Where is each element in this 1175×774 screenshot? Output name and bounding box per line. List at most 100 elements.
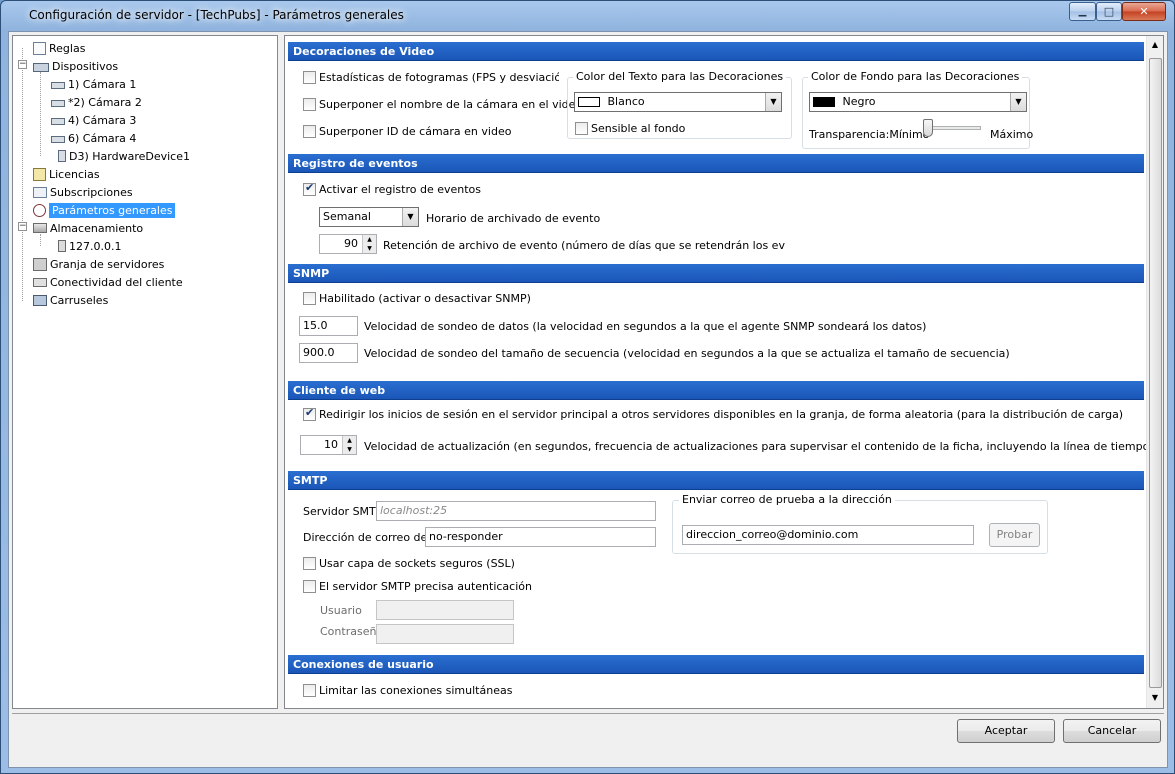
bg-color-value: Negro — [842, 95, 876, 108]
stats-label: Estadísticas de fotogramas (FPS y desvia… — [319, 71, 559, 84]
transparency-label: Transparencia:Mínimo — [809, 128, 929, 141]
maximize-button[interactable]: □ — [1096, 2, 1122, 21]
tree-item-hardware-device[interactable]: D3) HardwareDevice1 — [58, 147, 190, 165]
tree-item-reglas[interactable]: Reglas — [33, 39, 85, 57]
ssl-label: Usar capa de sockets seguros (SSL) — [319, 557, 515, 570]
tree-item-licencias[interactable]: Licencias — [33, 165, 100, 183]
minimize-button[interactable]: ▁ — [1069, 2, 1096, 21]
tree-item-carruseles[interactable]: Carruseles — [33, 291, 108, 309]
camera-id-checkbox[interactable] — [303, 125, 316, 138]
devices-icon — [33, 63, 49, 72]
test-email-input[interactable]: direccion_correo@dominio.com — [682, 525, 974, 545]
retention-spinner[interactable]: 90 ▲ ▼ — [319, 234, 377, 254]
tree-item-conectividad-cliente[interactable]: Conectividad del cliente — [33, 273, 183, 291]
chevron-down-icon: ▼ — [402, 208, 418, 226]
refresh-spin-buttons[interactable]: ▲ ▼ — [342, 436, 356, 454]
transparency-max-label: Máximo — [990, 128, 1034, 141]
bg-color-group-title: Color de Fondo para las Decoraciones — [808, 70, 1023, 83]
redirect-checkbox[interactable] — [303, 406, 316, 421]
smtp-user-input[interactable] — [376, 600, 514, 620]
close-icon: ✕ — [1139, 5, 1149, 18]
auth-label: El servidor SMTP precisa autenticación — [319, 580, 532, 593]
tree-item-camara-4[interactable]: 6) Cámara 4 — [51, 129, 136, 147]
tree-guide — [40, 72, 41, 156]
tree-item-camara-2[interactable]: *2) Cámara 2 — [51, 93, 142, 111]
camera-icon — [51, 135, 65, 143]
title-bar[interactable]: Configuración de servidor - [TechPubs] -… — [1, 1, 1174, 31]
almacenamiento-expander[interactable]: − — [18, 222, 27, 231]
section-header-snmp: SNMP — [288, 264, 1144, 283]
tree-item-camara-3[interactable]: 4) Cámara 3 — [51, 111, 136, 129]
storage-server-icon — [58, 240, 66, 252]
navigation-tree[interactable]: − − Reglas Dispositivos 1) Cámara 1 *2) … — [12, 35, 278, 709]
tree-guide — [22, 48, 23, 301]
snmp-seq-label: Velocidad de sondeo del tamaño de secuen… — [364, 347, 1010, 360]
section-web: Redirigir los inicios de sesión en el se… — [288, 400, 1163, 471]
snmp-poll-input[interactable]: 15.0 — [299, 316, 358, 336]
text-color-select[interactable]: Blanco ▼ — [574, 92, 782, 112]
tree-item-camara-1[interactable]: 1) Cámara 1 — [51, 75, 136, 93]
smtp-server-placeholder: localhost:25 — [380, 504, 448, 517]
smtp-server-input[interactable]: localhost:25 — [376, 501, 656, 521]
enable-events-label: Activar el registro de eventos — [319, 183, 482, 196]
section-snmp: Habilitado (activar o desactivar SNMP) 1… — [288, 283, 1144, 380]
panel-scrollbar[interactable]: ▲ ▼ — [1146, 36, 1163, 708]
smtp-password-label: Contraseña — [320, 625, 384, 638]
section-header-web: Cliente de web — [288, 381, 1144, 400]
app-icon — [9, 9, 23, 23]
test-email-button[interactable]: Probar — [989, 523, 1040, 547]
cancel-button[interactable]: Cancelar — [1063, 719, 1161, 743]
section-video: Estadísticas de fotogramas (FPS y desvia… — [288, 61, 1144, 149]
scroll-up-icon[interactable]: ▲ — [1147, 40, 1163, 49]
snmp-seq-input[interactable]: 900.0 — [299, 343, 358, 363]
retention-value: 90 — [344, 237, 358, 250]
camera-icon — [51, 81, 65, 89]
accept-button[interactable]: Aceptar — [957, 719, 1055, 743]
snmp-poll-label: Velocidad de sondeo de datos (la velocid… — [364, 320, 927, 333]
sensitive-checkbox[interactable] — [575, 122, 588, 135]
retention-label: Retención de archivo de evento (número d… — [383, 239, 785, 252]
tree-item-almacenamiento[interactable]: Almacenamiento — [33, 219, 143, 237]
bg-color-select[interactable]: Negro ▼ — [809, 92, 1027, 112]
text-color-group: Color del Texto para las Decoraciones Bl… — [567, 70, 792, 139]
dispositivos-expander[interactable]: − — [18, 60, 27, 69]
tree-item-granja-servidores[interactable]: Granja de servidores — [33, 255, 164, 273]
section-events: Activar el registro de eventos Semanal ▼… — [288, 173, 1144, 257]
snmp-enabled-label: Habilitado (activar o desactivar SNMP) — [319, 292, 531, 305]
spin-down-icon[interactable]: ▼ — [343, 445, 356, 454]
tree-item-storage-server[interactable]: 127.0.0.1 — [58, 237, 121, 255]
smtp-password-input[interactable] — [376, 624, 514, 644]
retention-spin-buttons[interactable]: ▲ ▼ — [362, 235, 376, 253]
spin-up-icon[interactable]: ▲ — [343, 436, 356, 445]
spin-up-icon[interactable]: ▲ — [363, 235, 376, 244]
enable-events-checkbox[interactable] — [303, 181, 316, 196]
ssl-checkbox[interactable] — [303, 557, 316, 570]
stats-checkbox[interactable] — [303, 71, 316, 84]
limit-connections-checkbox[interactable] — [303, 684, 316, 697]
window-title: Configuración de servidor - [TechPubs] -… — [29, 8, 404, 22]
transparency-slider[interactable] — [923, 119, 933, 137]
tree-item-dispositivos[interactable]: Dispositivos — [33, 57, 118, 75]
scroll-down-icon[interactable]: ▼ — [1147, 693, 1163, 702]
camera-name-checkbox[interactable] — [303, 98, 316, 111]
smtp-from-input[interactable]: no-responder — [425, 527, 656, 547]
smtp-from-label: Dirección de correo del re — [303, 531, 425, 544]
tree-item-label: Almacenamiento — [50, 221, 144, 235]
text-color-group-title: Color del Texto para las Decoraciones — [573, 70, 787, 83]
section-header-video: Decoraciones de Video — [288, 42, 1144, 61]
hardware-device-icon — [58, 150, 66, 162]
scroll-thumb[interactable] — [1149, 58, 1162, 688]
client-area: − − Reglas Dispositivos 1) Cámara 1 *2) … — [8, 31, 1168, 768]
tree-item-subscripciones[interactable]: Subscripciones — [33, 183, 133, 201]
tree-item-label: Licencias — [49, 167, 100, 181]
tree-item-label: Granja de servidores — [50, 257, 165, 271]
close-button[interactable]: ✕ — [1122, 2, 1166, 21]
divider — [12, 713, 1164, 716]
spin-down-icon[interactable]: ▼ — [363, 244, 376, 253]
snmp-enabled-checkbox[interactable] — [303, 292, 316, 305]
refresh-spinner[interactable]: 10 ▲ ▼ — [300, 435, 357, 455]
camera-id-label: Superponer ID de cámara en video — [319, 125, 512, 138]
schedule-select[interactable]: Semanal ▼ — [319, 207, 419, 227]
auth-checkbox[interactable] — [303, 580, 316, 593]
tree-item-parametros-generales[interactable]: Parámetros generales — [33, 201, 176, 219]
